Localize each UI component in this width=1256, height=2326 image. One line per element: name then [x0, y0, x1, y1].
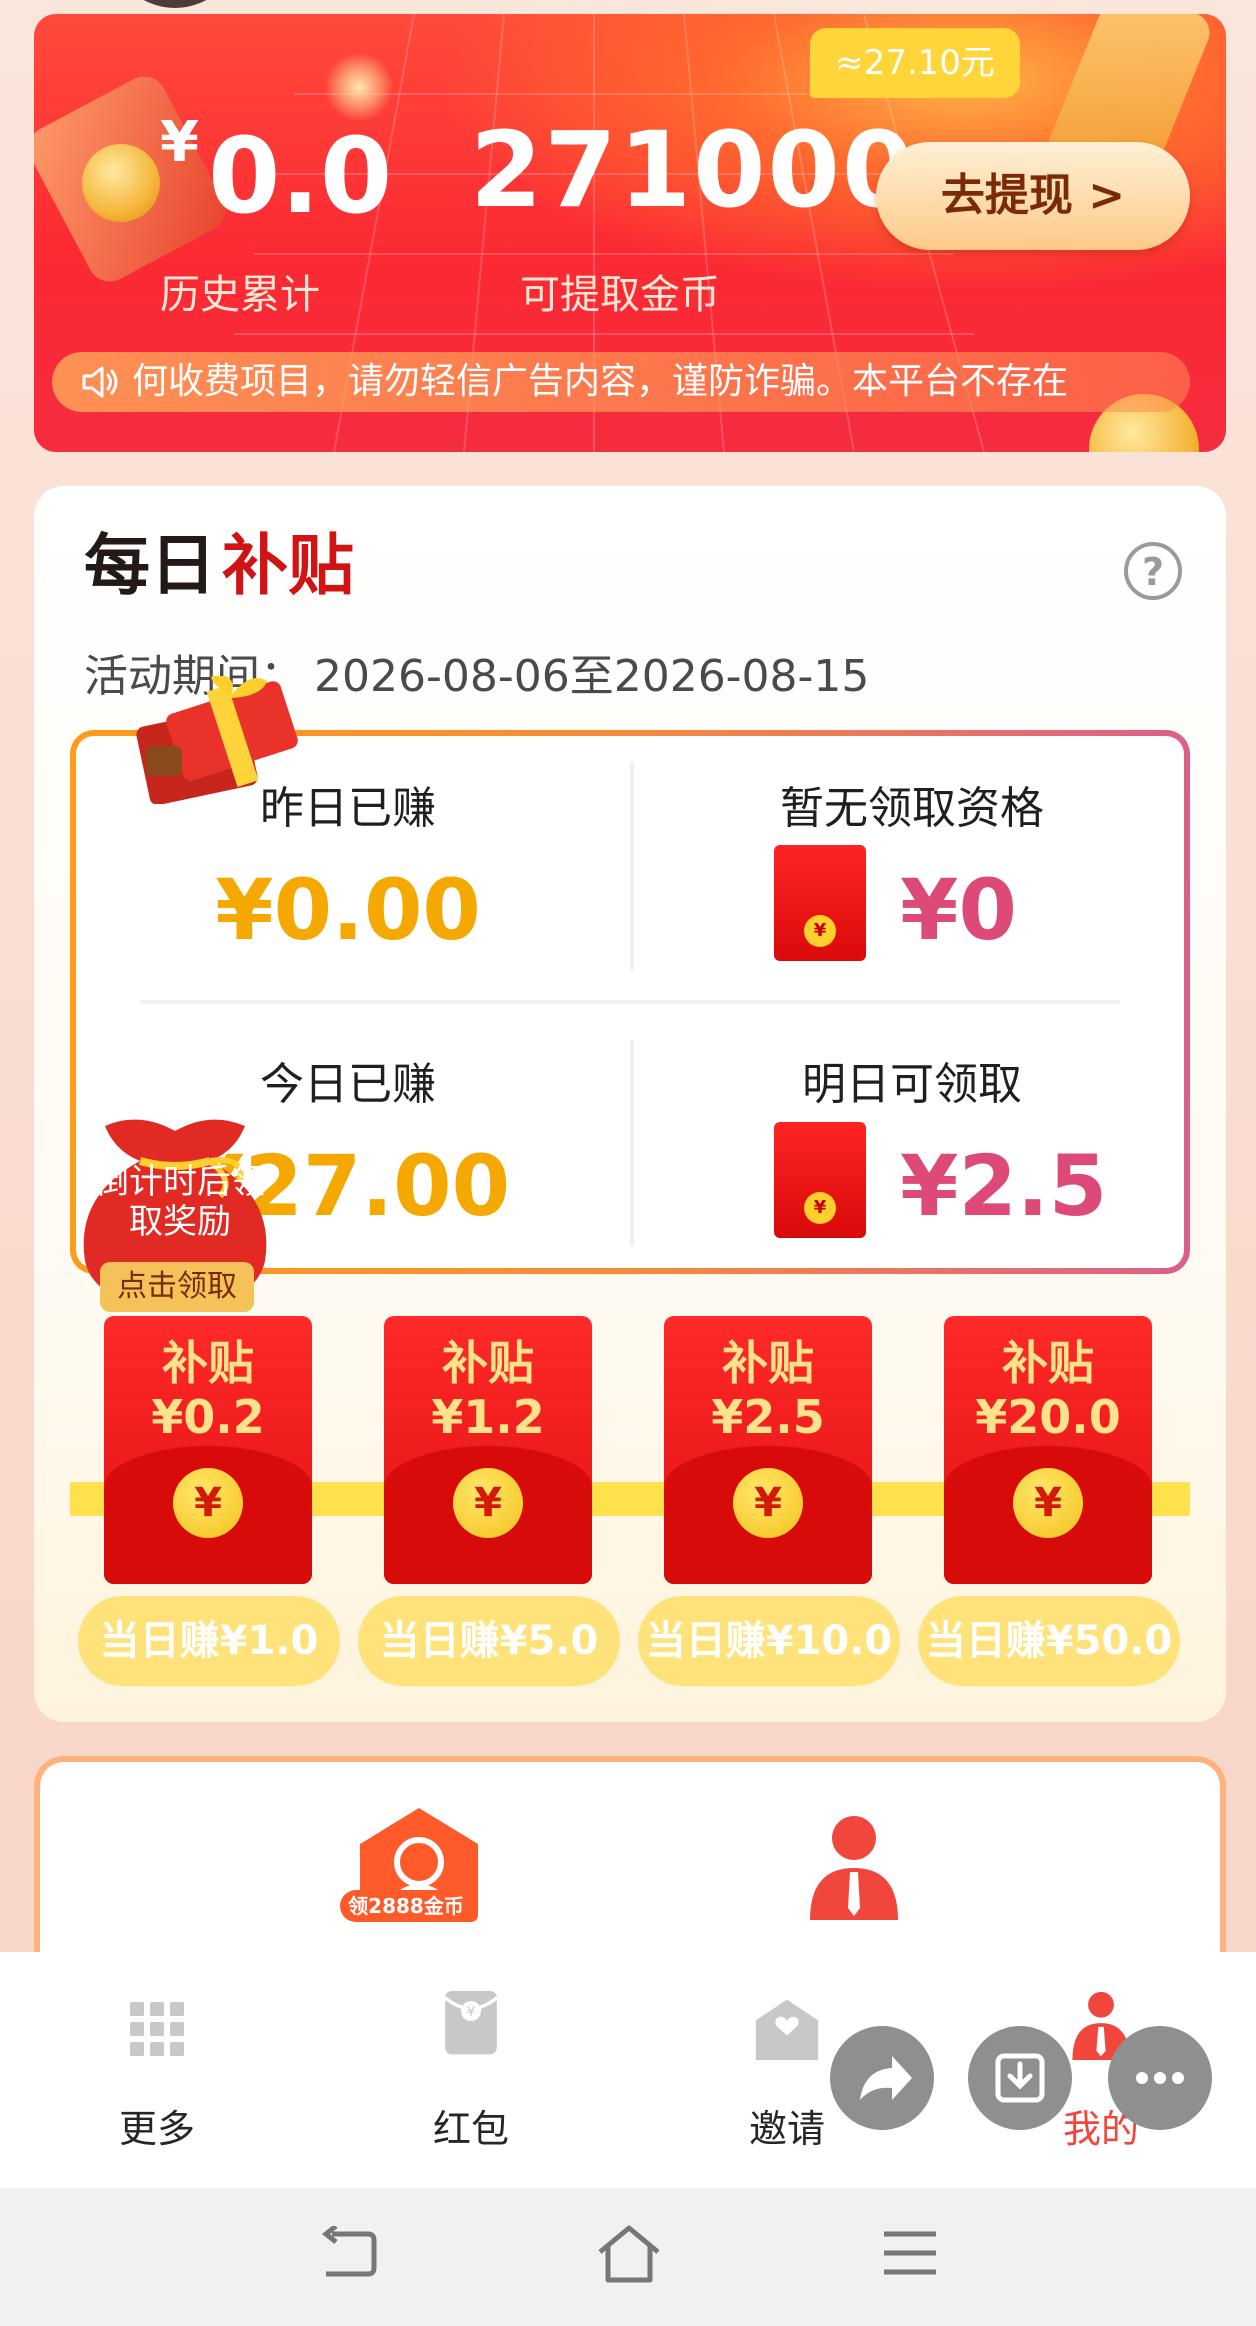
- sparkle-decoration: [324, 52, 394, 122]
- eligibility-label: 暂无领取资格: [780, 783, 1044, 834]
- yen-coin-icon: ¥: [453, 1468, 523, 1538]
- tier-amount: ¥2.5: [711, 1390, 825, 1444]
- tier-condition: 当日赚¥5.0: [358, 1596, 620, 1686]
- notice-text: 何收费项目，请勿轻信广告内容，谨防诈骗。本平台不存在: [132, 361, 1069, 402]
- currency-symbol: ¥: [160, 110, 199, 175]
- tier-label: 补贴: [442, 1336, 534, 1390]
- services-card: [34, 1756, 1226, 1956]
- section-title-part1: 每日: [84, 527, 216, 604]
- tier-amount: ¥0.2: [151, 1390, 265, 1444]
- history-total-value: 0.0: [208, 115, 393, 237]
- withdraw-button[interactable]: 去提现 >: [876, 142, 1190, 250]
- tier-condition: 当日赚¥1.0: [78, 1596, 340, 1686]
- ellipsis-icon: [1136, 2072, 1184, 2084]
- yen-coin-icon: ¥: [1013, 1468, 1083, 1538]
- red-packet-icon[interactable]: ¥: [436, 1986, 506, 2056]
- tier-label: 补贴: [722, 1336, 814, 1390]
- subsidy-tier-card[interactable]: 补贴 ¥0.2 ¥: [104, 1316, 312, 1584]
- back-icon[interactable]: [318, 2226, 380, 2282]
- speaker-icon: [82, 366, 118, 398]
- grid-icon[interactable]: [122, 1994, 192, 2064]
- more-options-button[interactable]: [1108, 2026, 1212, 2130]
- download-icon: [995, 2053, 1045, 2103]
- tier-label: 补贴: [162, 1336, 254, 1390]
- svg-text:¥: ¥: [467, 2005, 475, 2020]
- tier-label: 补贴: [1002, 1336, 1094, 1390]
- share-icon: [860, 2056, 912, 2100]
- approx-value-badge: ≈27.10元: [810, 28, 1020, 98]
- yesterday-value: ¥0.00: [215, 861, 481, 959]
- coins-value: 271000: [470, 109, 917, 231]
- coin-icon: ¥: [804, 1192, 836, 1224]
- history-total-label: 历史累计: [160, 272, 320, 318]
- tier-condition: 当日赚¥50.0: [918, 1596, 1180, 1686]
- coin-icon: ¥: [804, 915, 836, 947]
- user-icon[interactable]: [804, 1812, 904, 1920]
- divider: [140, 1000, 1120, 1004]
- coins-label: 可提取金币: [520, 272, 720, 318]
- menu-icon[interactable]: [880, 2226, 940, 2280]
- tomorrow-label: 明日可领取: [802, 1059, 1022, 1110]
- download-button[interactable]: [968, 2026, 1072, 2130]
- help-icon[interactable]: ?: [1124, 542, 1182, 600]
- coin-reward-badge: 领2888金币: [340, 1890, 472, 1922]
- yen-coin-icon: ¥: [173, 1468, 243, 1538]
- notice-marquee: 何收费项目，请勿轻信广告内容，谨防诈骗。本平台不存在: [52, 352, 1190, 412]
- countdown-reward-text: 倒计时后领取奖励: [95, 1162, 265, 1242]
- subsidy-tier-card[interactable]: 补贴 ¥20.0 ¥: [944, 1316, 1152, 1584]
- tier-condition: 当日赚¥10.0: [638, 1596, 900, 1686]
- home-icon[interactable]: [594, 2224, 664, 2284]
- divider: [630, 762, 634, 970]
- period-value: 2026-08-06至2026-08-15: [314, 651, 870, 702]
- tier-amount: ¥1.2: [431, 1390, 545, 1444]
- share-button[interactable]: [830, 2026, 934, 2130]
- nav-item-red-packet[interactable]: 红包: [391, 2098, 551, 2153]
- subsidy-tier-card[interactable]: 补贴 ¥2.5 ¥: [664, 1316, 872, 1584]
- tier-amount: ¥20.0: [975, 1390, 1121, 1444]
- divider: [630, 1040, 634, 1246]
- tomorrow-value: ¥2.5: [900, 1137, 1108, 1235]
- yen-coin-icon: ¥: [733, 1468, 803, 1538]
- subsidy-tier-card[interactable]: 补贴 ¥1.2 ¥: [384, 1316, 592, 1584]
- gift-box-icon: [136, 676, 298, 804]
- avatar[interactable]: [110, 0, 240, 8]
- red-packet-icon: ¥: [774, 1122, 866, 1238]
- eligibility-value: ¥0: [900, 861, 1017, 959]
- claim-reward-button[interactable]: 点击领取: [100, 1262, 254, 1312]
- red-packet-icon: ¥: [774, 845, 866, 961]
- section-title-part2: 补贴: [222, 527, 354, 604]
- invite-icon[interactable]: [752, 1992, 822, 2062]
- coin-decoration: [82, 144, 160, 222]
- nav-item-more[interactable]: 更多: [77, 2098, 237, 2153]
